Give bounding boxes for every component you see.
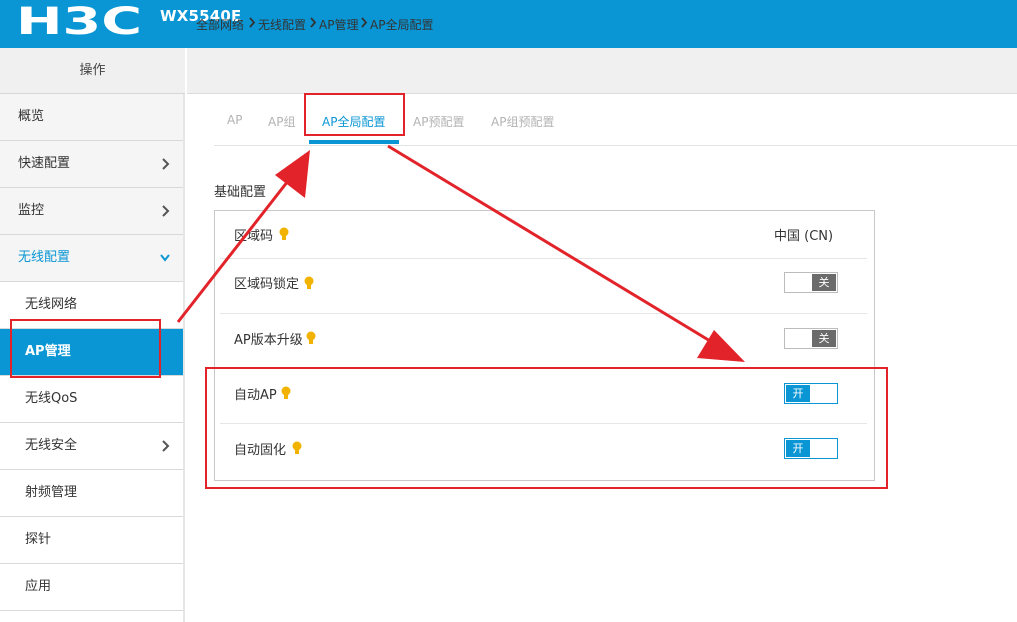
- lightbulb-icon[interactable]: [279, 227, 289, 242]
- region-code-lock-toggle[interactable]: 关: [784, 272, 838, 293]
- breadcrumb-item[interactable]: 全部网络: [196, 16, 244, 33]
- toggle-state: 关: [812, 274, 836, 291]
- chevron-down-icon: [160, 254, 170, 262]
- row-divider: [220, 258, 867, 259]
- tab-ap[interactable]: AP: [227, 113, 242, 127]
- sidebar-item-probe[interactable]: 探针: [0, 517, 183, 564]
- sidebar-item-quick-config[interactable]: 快速配置: [0, 141, 183, 188]
- sidebar-item-label: 无线安全: [25, 438, 78, 453]
- sidebar-item-label: 射频管理: [25, 485, 78, 500]
- sidebar-item-radio-management[interactable]: 射频管理: [0, 470, 183, 517]
- breadcrumb-item[interactable]: AP管理: [319, 16, 358, 33]
- sidebar-item-wireless-qos[interactable]: 无线QoS: [0, 376, 183, 423]
- sidebar-item-monitor[interactable]: 监控: [0, 188, 183, 235]
- chevron-right-icon: [162, 158, 170, 170]
- ap-upgrade-toggle[interactable]: 关: [784, 328, 838, 349]
- sidebar-item-wireless-config[interactable]: 无线配置: [0, 235, 183, 282]
- section-title: 基础配置: [214, 185, 267, 200]
- chevron-right-icon: [310, 17, 317, 28]
- svg-text:H3C: H3C: [16, 3, 142, 39]
- annotation-box-ap-management: [10, 319, 161, 378]
- tab-ap-group-preconfig[interactable]: AP组预配置: [491, 113, 554, 130]
- sidebar-item-application[interactable]: 应用: [0, 564, 183, 611]
- row-divider: [220, 313, 867, 314]
- breadcrumb-current: AP全局配置: [370, 18, 434, 32]
- lightbulb-icon[interactable]: [306, 331, 316, 346]
- annotation-box-global-tab: [304, 93, 405, 136]
- region-code-value: 中国 (CN): [774, 229, 834, 244]
- h3c-logo: H3C: [16, 3, 142, 39]
- sidebar-item-label: 无线QoS: [25, 391, 78, 406]
- sidebar-item-label: 监控: [18, 203, 45, 218]
- sidebar-item-label: 概览: [18, 109, 45, 124]
- row-label-region-code-lock: 区域码锁定: [234, 277, 300, 292]
- tab-ap-group[interactable]: AP组: [268, 113, 295, 130]
- chevron-right-icon: [249, 17, 256, 28]
- chevron-right-icon: [361, 17, 368, 28]
- chevron-right-icon: [162, 205, 170, 217]
- sidebar-heading: 操作: [0, 48, 185, 94]
- arrow-head: [275, 150, 310, 198]
- row-label-region-code: 区域码: [234, 229, 274, 244]
- sidebar-item-label: 无线配置: [18, 250, 71, 265]
- sidebar-item-overview[interactable]: 概览: [0, 94, 183, 141]
- breadcrumb-item[interactable]: 无线配置: [258, 16, 306, 33]
- tab-ap-preconfig[interactable]: AP预配置: [413, 113, 464, 130]
- sidebar-item-label: 探针: [25, 532, 52, 547]
- lightbulb-icon[interactable]: [304, 276, 314, 291]
- tab-divider: [214, 145, 1017, 146]
- chevron-right-icon: [162, 440, 170, 452]
- top-header: H3C WX5540E: [0, 0, 1017, 48]
- toggle-state: 关: [812, 330, 836, 347]
- annotation-box-auto-settings: [205, 367, 888, 489]
- sidebar-item-label: 无线网络: [25, 297, 78, 312]
- row-label-ap-upgrade: AP版本升级: [234, 333, 303, 348]
- breadcrumb: [187, 48, 1017, 94]
- sidebar-item-label: 快速配置: [18, 156, 71, 171]
- active-tab-indicator: [309, 140, 399, 144]
- sidebar-item-wireless-security[interactable]: 无线安全: [0, 423, 183, 470]
- sidebar-item-label: 应用: [25, 579, 52, 594]
